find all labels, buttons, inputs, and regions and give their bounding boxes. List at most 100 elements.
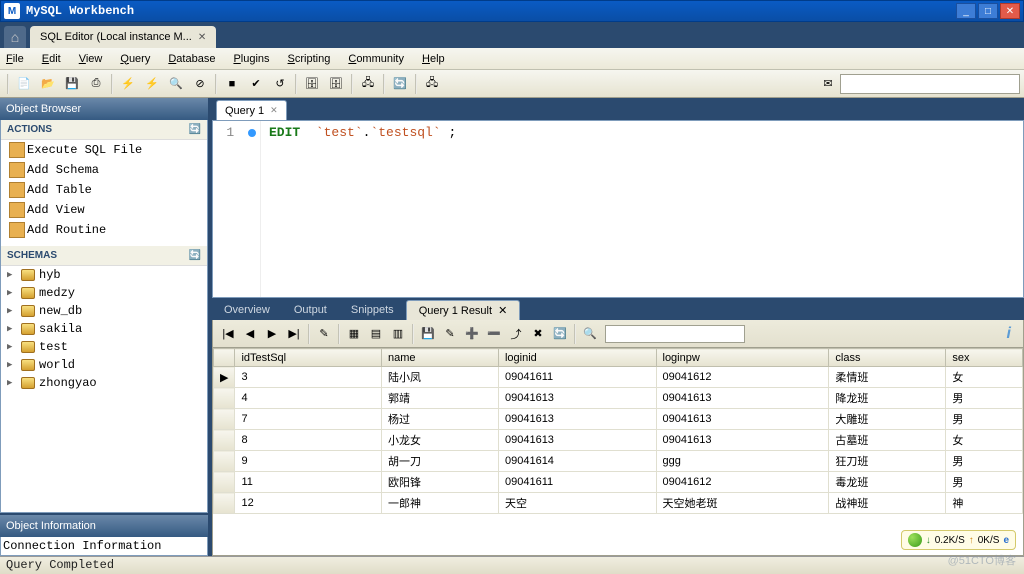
tab-output[interactable]: Output bbox=[282, 300, 339, 320]
menu-view[interactable]: View bbox=[79, 53, 103, 65]
table-row[interactable]: 9胡一刀09041614ggg狂刀班男 bbox=[214, 451, 1023, 472]
export-icon[interactable]: ⤴ bbox=[506, 324, 526, 344]
home-tab[interactable] bbox=[4, 26, 26, 48]
column-name[interactable]: name bbox=[382, 349, 499, 367]
remove-row-icon[interactable]: ➖ bbox=[484, 324, 504, 344]
cell[interactable]: 古墓班 bbox=[829, 430, 946, 451]
cell[interactable]: 神 bbox=[946, 493, 1023, 514]
column-idTestSql[interactable]: idTestSql bbox=[235, 349, 382, 367]
cell[interactable]: 大雕班 bbox=[829, 409, 946, 430]
cell[interactable]: 12 bbox=[235, 493, 382, 514]
grid-view3-icon[interactable]: ▥ bbox=[388, 324, 408, 344]
tab-snippets[interactable]: Snippets bbox=[339, 300, 406, 320]
menu-database[interactable]: Database bbox=[168, 53, 215, 65]
open-file-icon[interactable]: 📂 bbox=[37, 73, 59, 95]
cell[interactable]: 欧阳锋 bbox=[382, 472, 499, 493]
menu-plugins[interactable]: Plugins bbox=[233, 53, 269, 65]
menu-scripting[interactable]: Scripting bbox=[288, 53, 331, 65]
table-row[interactable]: ▶3陆小凤0904161109041612柔情班女 bbox=[214, 367, 1023, 388]
last-row-icon[interactable]: ▶| bbox=[284, 324, 304, 344]
cell[interactable]: 09041612 bbox=[656, 472, 829, 493]
cell[interactable]: 9 bbox=[235, 451, 382, 472]
apply-changes-icon[interactable]: 💾 bbox=[418, 324, 438, 344]
cell[interactable]: 09041611 bbox=[498, 472, 656, 493]
grid-view2-icon[interactable]: ▤ bbox=[366, 324, 386, 344]
cell[interactable]: 女 bbox=[946, 367, 1023, 388]
action-add-schema[interactable]: Add Schema bbox=[1, 160, 207, 180]
rollback-icon[interactable]: ↺ bbox=[269, 73, 291, 95]
menu-community[interactable]: Community bbox=[348, 53, 404, 65]
cell[interactable]: 天空她老斑 bbox=[656, 493, 829, 514]
column-class[interactable]: class bbox=[829, 349, 946, 367]
row-marker[interactable] bbox=[214, 388, 235, 409]
reconnect-icon[interactable]: 🖧 bbox=[357, 73, 379, 95]
table-row[interactable]: 12一郎神天空天空她老斑战神班神 bbox=[214, 493, 1023, 514]
network-speed-widget[interactable]: ↓0.2K/S ↑0K/S e bbox=[901, 530, 1016, 550]
sql-editor[interactable]: 1 EDIT `test`.`testsql` ; bbox=[212, 120, 1024, 298]
mail-star-icon[interactable]: ✉ bbox=[817, 73, 839, 95]
add-row-icon[interactable]: ➕ bbox=[462, 324, 482, 344]
schema-medzy[interactable]: ▶medzy bbox=[1, 284, 207, 302]
cell[interactable]: 男 bbox=[946, 472, 1023, 493]
ie-icon[interactable]: e bbox=[1003, 535, 1009, 546]
grid-view-icon[interactable]: ▦ bbox=[344, 324, 364, 344]
row-marker[interactable] bbox=[214, 451, 235, 472]
row-marker[interactable] bbox=[214, 472, 235, 493]
first-row-icon[interactable]: |◀ bbox=[218, 324, 238, 344]
cell[interactable]: ggg bbox=[656, 451, 829, 472]
sql-code[interactable]: EDIT `test`.`testsql` ; bbox=[261, 121, 464, 297]
tab-overview[interactable]: Overview bbox=[212, 300, 282, 320]
result-search-input[interactable] bbox=[605, 325, 745, 343]
cell[interactable]: 柔情班 bbox=[829, 367, 946, 388]
minimize-button[interactable]: _ bbox=[956, 3, 976, 19]
menu-help[interactable]: Help bbox=[422, 53, 445, 65]
cell[interactable]: 小龙女 bbox=[382, 430, 499, 451]
cell[interactable]: 男 bbox=[946, 409, 1023, 430]
cell[interactable]: 杨过 bbox=[382, 409, 499, 430]
breakpoint-icon[interactable] bbox=[248, 129, 256, 137]
result-grid[interactable]: idTestSqlnameloginidloginpwclasssex ▶3陆小… bbox=[213, 348, 1023, 514]
execute-icon[interactable]: ⚡ bbox=[117, 73, 139, 95]
schema-zhongyao[interactable]: ▶zhongyao bbox=[1, 374, 207, 392]
cell[interactable]: 男 bbox=[946, 388, 1023, 409]
cell[interactable]: 09041612 bbox=[656, 367, 829, 388]
table-row[interactable]: 7杨过0904161309041613大雕班男 bbox=[214, 409, 1023, 430]
commit-icon[interactable]: ✔ bbox=[245, 73, 267, 95]
refresh-result-icon[interactable]: 🔄 bbox=[550, 324, 570, 344]
cell[interactable]: 09041613 bbox=[498, 430, 656, 451]
cell[interactable]: 毒龙班 bbox=[829, 472, 946, 493]
row-marker[interactable] bbox=[214, 430, 235, 451]
cell[interactable]: 女 bbox=[946, 430, 1023, 451]
schema-new_db[interactable]: ▶new_db bbox=[1, 302, 207, 320]
sync-icon[interactable]: 🔄 bbox=[389, 73, 411, 95]
schema2-icon[interactable]: 🗄 bbox=[325, 73, 347, 95]
cell[interactable]: 3 bbox=[235, 367, 382, 388]
cell[interactable]: 男 bbox=[946, 451, 1023, 472]
cell[interactable]: 天空 bbox=[498, 493, 656, 514]
cell[interactable]: 4 bbox=[235, 388, 382, 409]
cell[interactable]: 11 bbox=[235, 472, 382, 493]
cell[interactable]: 09041613 bbox=[498, 388, 656, 409]
cell[interactable]: 狂刀班 bbox=[829, 451, 946, 472]
schema-sakila[interactable]: ▶sakila bbox=[1, 320, 207, 338]
cell[interactable]: 郭靖 bbox=[382, 388, 499, 409]
new-file-icon[interactable]: 📄 bbox=[13, 73, 35, 95]
action-add-routine[interactable]: Add Routine bbox=[1, 220, 207, 240]
menu-file[interactable]: File bbox=[6, 53, 24, 65]
row-marker[interactable] bbox=[214, 493, 235, 514]
cell[interactable]: 09041614 bbox=[498, 451, 656, 472]
cell[interactable]: 09041613 bbox=[656, 409, 829, 430]
cell[interactable]: 09041611 bbox=[498, 367, 656, 388]
stop-icon[interactable]: ■ bbox=[221, 73, 243, 95]
row-marker[interactable] bbox=[214, 409, 235, 430]
table-row[interactable]: 4郭靖0904161309041613降龙班男 bbox=[214, 388, 1023, 409]
close-result-tab-icon[interactable]: ✕ bbox=[498, 304, 507, 317]
table-row[interactable]: 11欧阳锋0904161109041612毒龙班男 bbox=[214, 472, 1023, 493]
cell[interactable]: 09041613 bbox=[656, 388, 829, 409]
schema-icon[interactable]: 🗄 bbox=[301, 73, 323, 95]
action-execute-sql-file[interactable]: Execute SQL File bbox=[1, 140, 207, 160]
cell[interactable]: 7 bbox=[235, 409, 382, 430]
find-result-icon[interactable]: 🔍 bbox=[580, 324, 600, 344]
explain-icon[interactable]: 🔍 bbox=[165, 73, 187, 95]
cell[interactable]: 胡一刀 bbox=[382, 451, 499, 472]
